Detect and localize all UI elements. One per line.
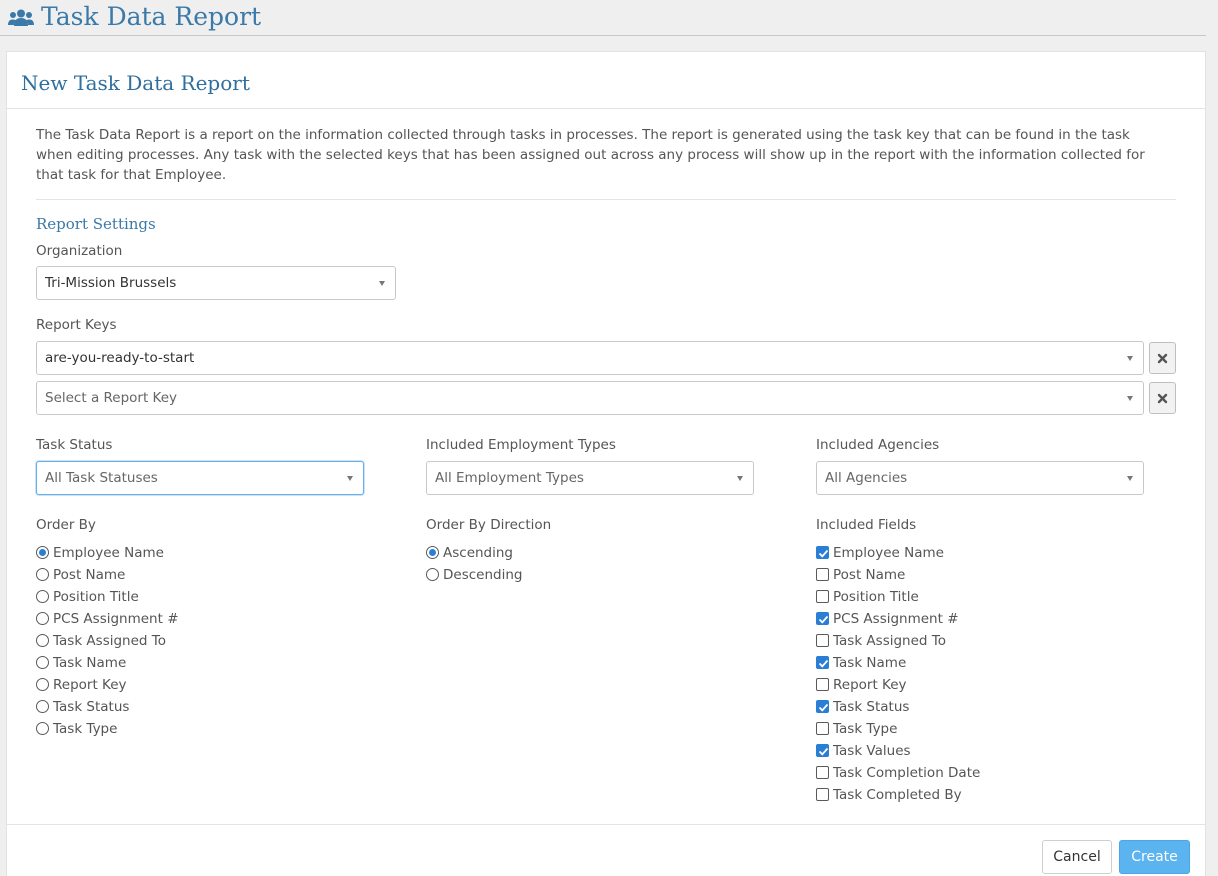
checkbox[interactable] xyxy=(816,722,829,735)
radio-button[interactable] xyxy=(426,568,439,581)
check-icon xyxy=(818,747,829,756)
remove-report-key-button-2[interactable] xyxy=(1149,382,1176,414)
radio-button[interactable] xyxy=(36,722,49,735)
radio-button[interactable] xyxy=(36,634,49,647)
included-fields-label: Included Fields xyxy=(816,517,917,533)
radio-button[interactable] xyxy=(426,546,439,559)
report-key-value: are-you-ready-to-start xyxy=(45,350,195,366)
organization-select[interactable]: Tri-Mission Brussels xyxy=(36,266,396,300)
section-title: Report Settings xyxy=(36,215,156,233)
checkbox[interactable] xyxy=(816,788,829,801)
checkbox[interactable] xyxy=(816,700,829,713)
footer-divider xyxy=(7,824,1205,825)
remove-report-key-button-1[interactable] xyxy=(1149,342,1176,374)
checkbox[interactable] xyxy=(816,568,829,581)
task-status-value: All Task Statuses xyxy=(45,470,158,486)
panel-divider xyxy=(7,108,1205,109)
report-key-placeholder: Select a Report Key xyxy=(45,390,178,406)
radio-button[interactable] xyxy=(36,656,49,669)
page-header: Task Data Report xyxy=(0,0,1206,36)
report-panel: New Task Data Report The Task Data Repor… xyxy=(6,51,1206,876)
close-icon xyxy=(1157,393,1168,404)
checkbox[interactable] xyxy=(816,546,829,559)
radio-button[interactable] xyxy=(36,678,49,691)
agencies-select[interactable]: All Agencies xyxy=(816,461,1144,495)
checkbox[interactable] xyxy=(816,678,829,691)
checkbox[interactable] xyxy=(816,744,829,757)
panel-title: New Task Data Report xyxy=(21,71,250,95)
chevron-down-icon xyxy=(1127,356,1133,361)
chevron-down-icon xyxy=(1127,396,1133,401)
chevron-down-icon xyxy=(1127,476,1133,481)
checkbox[interactable] xyxy=(816,590,829,603)
report-key-select-2[interactable]: Select a Report Key xyxy=(36,381,1144,415)
checkbox[interactable] xyxy=(816,612,829,625)
report-keys-label: Report Keys xyxy=(36,317,117,333)
checkbox[interactable] xyxy=(816,656,829,669)
report-key-select-1[interactable]: are-you-ready-to-start xyxy=(36,341,1144,375)
task-status-label: Task Status xyxy=(36,437,113,453)
employment-types-select[interactable]: All Employment Types xyxy=(426,461,754,495)
radio-button[interactable] xyxy=(36,546,49,559)
organization-value: Tri-Mission Brussels xyxy=(45,275,177,291)
radio-button[interactable] xyxy=(36,700,49,713)
order-by-label: Order By xyxy=(36,517,96,533)
radio-button[interactable] xyxy=(36,612,49,625)
check-icon xyxy=(818,659,829,668)
description-divider xyxy=(36,199,1176,200)
close-icon xyxy=(1157,353,1168,364)
check-icon xyxy=(818,703,829,712)
chevron-down-icon xyxy=(347,476,353,481)
radio-button[interactable] xyxy=(36,568,49,581)
organization-label: Organization xyxy=(36,243,123,259)
employment-types-label: Included Employment Types xyxy=(426,437,616,453)
report-description: The Task Data Report is a report on the … xyxy=(36,127,1145,183)
radio-button[interactable] xyxy=(36,590,49,603)
create-button[interactable]: Create xyxy=(1119,840,1190,874)
checkbox[interactable] xyxy=(816,634,829,647)
task-status-select[interactable]: All Task Statuses xyxy=(36,461,364,495)
check-icon xyxy=(818,615,829,624)
page-title: Task Data Report xyxy=(41,2,262,31)
chevron-down-icon xyxy=(379,281,385,286)
check-icon xyxy=(818,549,829,558)
agencies-value: All Agencies xyxy=(825,470,908,486)
chevron-down-icon xyxy=(737,476,743,481)
users-icon xyxy=(8,9,34,26)
employment-types-value: All Employment Types xyxy=(435,470,584,486)
checkbox[interactable] xyxy=(816,766,829,779)
agencies-label: Included Agencies xyxy=(816,437,940,453)
cancel-button[interactable]: Cancel xyxy=(1042,840,1112,874)
order-direction-label: Order By Direction xyxy=(426,517,552,533)
